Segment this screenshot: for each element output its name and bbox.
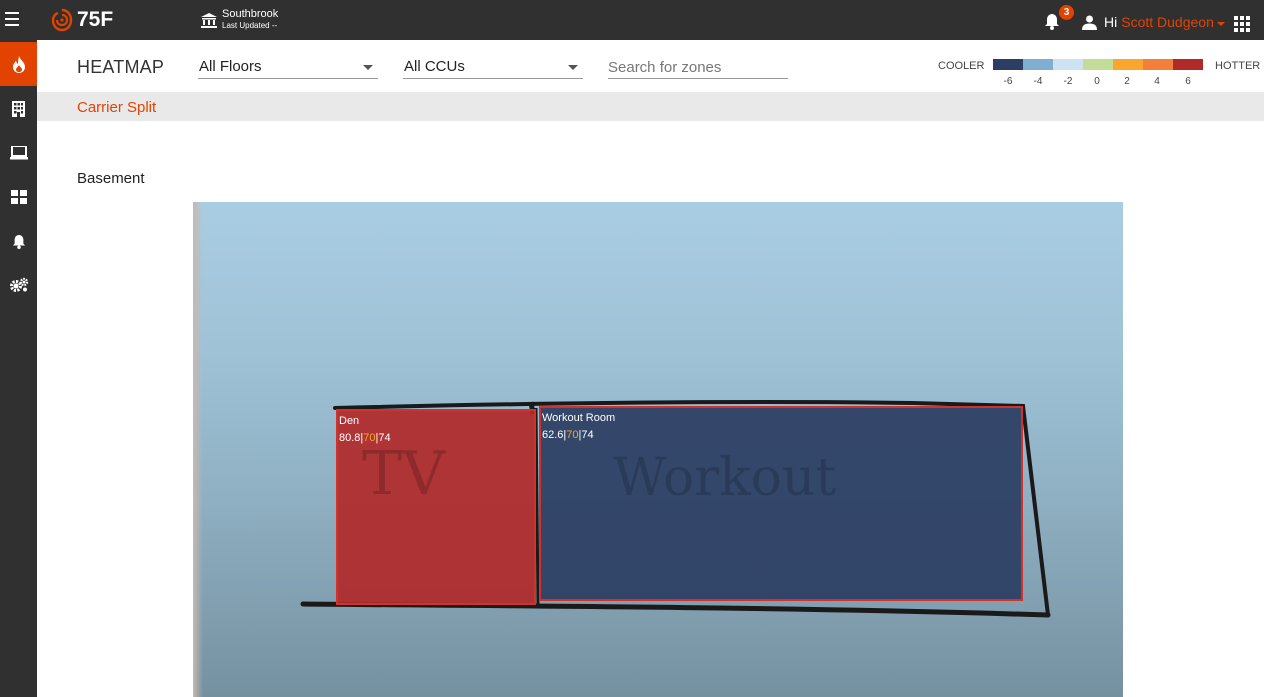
site-name: Southbrook (222, 8, 279, 20)
zone-current-temp: 62.6 (542, 429, 564, 441)
flame-icon (12, 55, 25, 73)
site-last-updated: Last Updated -- (222, 21, 278, 30)
legend-cooler-label: COOLER (938, 60, 985, 72)
site-selector[interactable]: Southbrook Last Updated -- (201, 9, 278, 31)
hamburger-menu-icon[interactable] (5, 12, 19, 26)
floor-select-value: All Floors (199, 58, 262, 75)
sidebar-item-heatmap[interactable] (0, 42, 37, 86)
chevron-down-icon[interactable] (363, 65, 373, 70)
zone-temperatures: 80.8|70|74 (339, 432, 391, 444)
floor-select[interactable]: All Floors (198, 57, 378, 79)
zone-setpoint-temp: 70 (363, 432, 376, 444)
zone-target-temp: 74 (581, 429, 594, 441)
sidebar-item-alerts[interactable] (0, 219, 37, 263)
user-name[interactable]: Scott Dudgeon (1121, 14, 1214, 30)
user-avatar-icon (1082, 15, 1097, 30)
site-group-title[interactable]: Carrier Split (77, 99, 156, 116)
zone-temperatures: 62.6|70|74 (542, 429, 594, 441)
site-group-bar: Carrier Split (37, 92, 1264, 121)
gears-icon (9, 277, 28, 292)
sidebar (0, 40, 37, 697)
user-menu-caret-icon[interactable] (1216, 21, 1225, 26)
ccu-select[interactable]: All CCUs (403, 57, 583, 79)
zone-search-input[interactable] (608, 57, 788, 79)
sidebar-item-buildings[interactable] (0, 87, 37, 131)
dashboard-grid-icon (10, 190, 27, 204)
brand-logo[interactable]: 75F (51, 7, 113, 33)
zone-workout-room[interactable]: Workout Workout Room 62.6|70|74 (539, 406, 1023, 601)
page-header: HEATMAP All Floors All CCUs COOLER HOTTE… (37, 40, 1264, 92)
sidebar-item-dashboard[interactable] (0, 175, 37, 219)
zone-current-temp: 80.8 (339, 432, 361, 444)
floor-plan-image: TV Den 80.8|70|74 Workout Workout Room 6… (193, 202, 1123, 697)
brand-name: 75F (77, 8, 114, 31)
zone-name: Workout Room (542, 412, 616, 424)
temperature-legend-bar (993, 59, 1203, 70)
user-menu[interactable]: Hi Scott Dudgeon (1082, 14, 1225, 30)
legend-swatch (1143, 59, 1173, 70)
legend-swatch (993, 59, 1023, 70)
notifications-bell-icon[interactable] (1044, 13, 1060, 35)
zone-target-temp: 74 (378, 432, 391, 444)
laptop-icon (9, 146, 28, 160)
chevron-down-icon[interactable] (568, 65, 578, 70)
legend-swatch (1113, 59, 1143, 70)
legend-swatch (1053, 59, 1083, 70)
zone-sketch-label: Workout (613, 448, 837, 508)
legend-swatch (1023, 59, 1053, 70)
building-icon (12, 101, 25, 117)
legend-hotter-label: HOTTER (1215, 60, 1261, 72)
bank-building-icon (201, 12, 217, 28)
legend-tick: 4 (1154, 76, 1160, 87)
ccu-select-value: All CCUs (404, 58, 465, 75)
top-bar: 75F Southbrook Last Updated -- 3 Hi Scot… (0, 0, 1264, 40)
apps-grid-icon[interactable] (1234, 16, 1250, 32)
legend-tick: -2 (1063, 76, 1073, 87)
greeting-text: Hi (1104, 14, 1118, 30)
brand-swirl-icon (51, 8, 73, 32)
zone-sketch-label: TV (362, 439, 446, 509)
zone-setpoint-temp: 70 (566, 429, 579, 441)
legend-tick: -6 (1003, 76, 1013, 87)
legend-tick: 6 (1185, 76, 1191, 87)
floor-name: Basement (77, 170, 145, 187)
legend-tick: -4 (1033, 76, 1043, 87)
legend-swatch (1173, 59, 1203, 70)
notification-count-badge[interactable]: 3 (1059, 5, 1074, 20)
legend-tick: 2 (1124, 76, 1130, 87)
legend-tick: 0 (1094, 76, 1100, 87)
zone-name: Den (339, 415, 360, 427)
page-title: HEATMAP (77, 57, 165, 77)
zone-den[interactable]: TV Den 80.8|70|74 (336, 409, 536, 605)
sidebar-item-settings[interactable] (0, 263, 37, 307)
sidebar-item-devices[interactable] (0, 131, 37, 175)
legend-swatch (1083, 59, 1113, 70)
bell-icon (12, 234, 25, 249)
